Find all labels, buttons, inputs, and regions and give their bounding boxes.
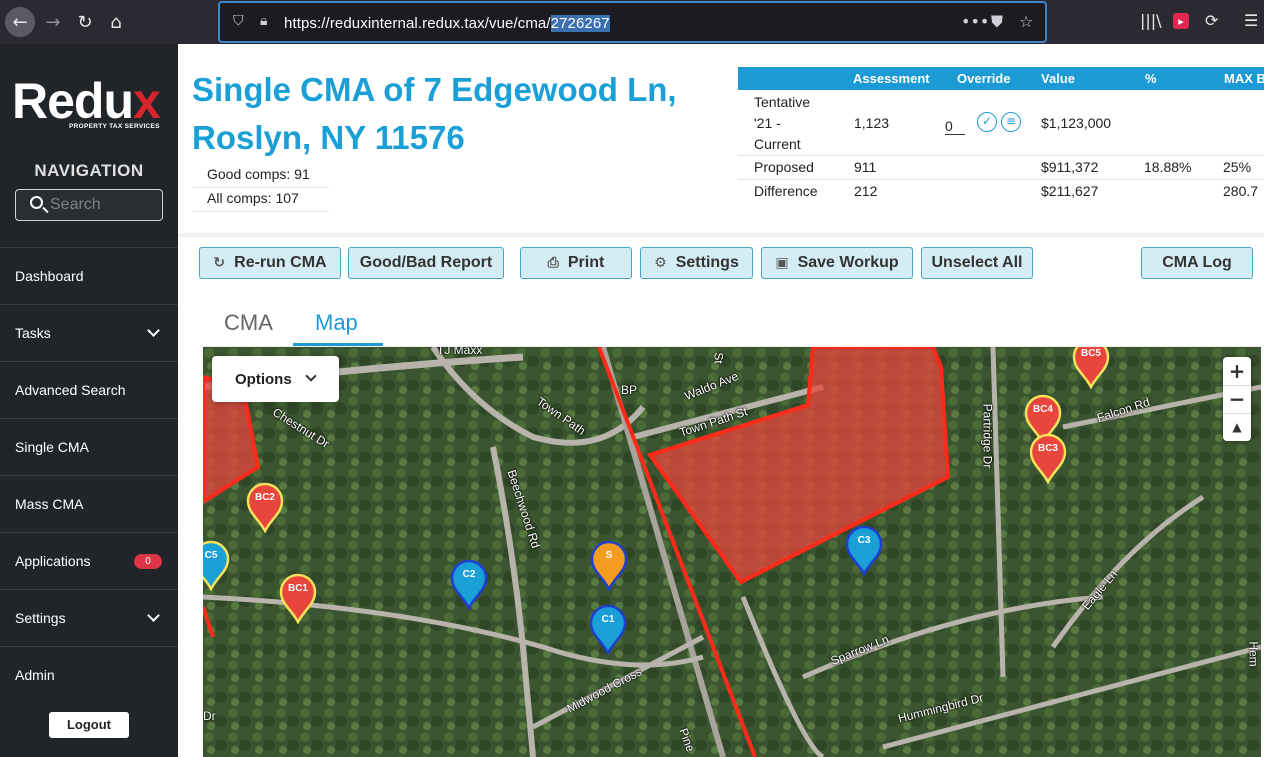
active-tab-indicator xyxy=(293,343,383,346)
home-icon[interactable]: ⌂ xyxy=(101,7,131,37)
zoom-out-button[interactable]: − xyxy=(1223,385,1251,413)
map-pin-icon xyxy=(279,573,317,624)
sidebar-item-dashboard[interactable]: Dashboard xyxy=(0,247,178,304)
override-input[interactable] xyxy=(945,117,965,135)
lock-icon[interactable]: 🔒︎ xyxy=(260,13,267,29)
library-icon[interactable]: |||\ xyxy=(1140,11,1162,30)
printer-icon: ⎙ xyxy=(547,255,559,271)
chevron-down-icon xyxy=(147,609,160,622)
cma-log-button[interactable]: CMA Log xyxy=(1141,247,1253,279)
map-view[interactable]: Chestnut Dr Town Path Town Path St Waldo… xyxy=(203,347,1261,757)
table-header: Assessment Override Value % MAX B xyxy=(738,67,1264,90)
street-label: Partridge Dr xyxy=(980,403,995,469)
sidebar-item-single-cma[interactable]: Single CMA xyxy=(0,418,178,475)
logout-button[interactable]: Logout xyxy=(49,712,129,738)
page-title: Single CMA of 7 Edgewood Ln, Roslyn, NY … xyxy=(192,71,677,156)
sidebar-item-tasks[interactable]: Tasks xyxy=(0,304,178,361)
address-bar[interactable]: ⛉ 🔒︎ https://reduxinternal.redux.tax/vue… xyxy=(218,1,1047,43)
row-divider xyxy=(738,155,1264,156)
sidebar-item-advanced-search[interactable]: Advanced Search xyxy=(0,361,178,418)
map-marker-bc5[interactable]: BC5 xyxy=(1071,347,1111,389)
street-label: Hem xyxy=(1246,641,1261,667)
sidebar-item-admin[interactable]: Admin xyxy=(0,646,178,703)
map-pin-icon xyxy=(203,540,230,591)
tab-map[interactable]: Map xyxy=(315,310,358,336)
refresh-icon: ↻ xyxy=(213,255,226,271)
map-marker-c2[interactable]: C2 xyxy=(449,558,489,610)
unselect-all-button[interactable]: Unselect All xyxy=(921,247,1033,279)
street-label: Dr xyxy=(203,709,216,723)
map-marker-bc3[interactable]: BC3 xyxy=(1028,432,1068,484)
gear-icon: ⚙ xyxy=(654,255,667,271)
good-comps-count: Good comps: 91 xyxy=(193,164,329,188)
logo-subtitle: PROPERTY TAX SERVICES xyxy=(69,123,160,130)
sync-icon[interactable]: ⟳ xyxy=(1205,11,1218,30)
sidebar-item-settings[interactable]: Settings xyxy=(0,589,178,646)
map-marker-c3[interactable]: C3 xyxy=(844,524,884,576)
settings-button[interactable]: ⚙ Settings xyxy=(640,247,753,279)
street-label: TJ Maxx xyxy=(437,347,483,357)
sidebar-item-mass-cma[interactable]: Mass CMA xyxy=(0,475,178,532)
check-icon[interactable]: ✓ xyxy=(977,112,997,132)
shield-icon[interactable]: ⛉ xyxy=(233,13,244,29)
row-divider xyxy=(738,179,1264,180)
browser-toolbar: ← → ↻ ⌂ ⛉ 🔒︎ https://reduxinternal.redux… xyxy=(0,0,1264,44)
compass-icon[interactable]: ▲ xyxy=(1223,413,1251,441)
url-text[interactable]: https://reduxinternal.redux.tax/vue/cma/… xyxy=(284,15,610,32)
floppy-disk-icon: ▣ xyxy=(775,255,789,271)
menu-icon[interactable]: ☰ xyxy=(1244,11,1258,30)
navigation-title: NAVIGATION xyxy=(34,161,144,180)
header-divider xyxy=(178,233,1264,237)
chevron-down-icon xyxy=(305,370,317,382)
chevron-down-icon xyxy=(147,324,160,337)
search-input[interactable] xyxy=(50,193,158,217)
search-icon xyxy=(30,196,43,209)
zoom-in-button[interactable]: + xyxy=(1223,357,1251,385)
database-icon[interactable]: ≡ xyxy=(1001,112,1021,132)
map-marker-bc1[interactable]: BC1 xyxy=(278,572,318,624)
sidebar-item-applications[interactable]: Applications 0 xyxy=(0,532,178,589)
map-pin-icon xyxy=(845,525,883,576)
forward-arrow-icon[interactable]: → xyxy=(38,7,68,37)
more-actions-icon[interactable]: ••• xyxy=(961,12,989,31)
all-comps-count: All comps: 107 xyxy=(193,188,329,212)
street-label: St xyxy=(711,352,726,364)
redux-logo[interactable]: Redux xyxy=(12,72,161,130)
back-arrow-icon[interactable]: ← xyxy=(5,7,35,37)
zoom-controls: + − ▲ xyxy=(1223,357,1251,441)
map-pin-icon xyxy=(246,482,284,533)
map-marker-c1[interactable]: C1 xyxy=(588,603,628,655)
street-label: BP xyxy=(621,383,638,397)
map-pin-icon xyxy=(590,540,628,591)
save-workup-button[interactable]: ▣ Save Workup xyxy=(761,247,913,279)
map-marker-subject[interactable]: S xyxy=(589,539,629,591)
good-bad-report-button[interactable]: Good/Bad Report xyxy=(348,247,504,279)
map-options-button[interactable]: Options xyxy=(212,356,339,402)
sidebar: Redux PROPERTY TAX SERVICES NAVIGATION D… xyxy=(0,44,178,757)
extension-icon[interactable]: ▸ xyxy=(1173,13,1189,29)
applications-count-badge: 0 xyxy=(134,554,162,569)
rerun-cma-button[interactable]: ↻ Re-run CMA xyxy=(199,247,341,279)
map-pin-icon xyxy=(450,559,488,610)
map-marker-c5[interactable]: C5 xyxy=(203,539,231,591)
view-tabs: CMA Map xyxy=(203,299,1261,347)
map-marker-bc2[interactable]: BC2 xyxy=(245,481,285,533)
print-button[interactable]: ⎙ Print xyxy=(520,247,632,279)
star-icon[interactable]: ☆ xyxy=(1019,12,1033,31)
reload-icon[interactable]: ↻ xyxy=(70,7,100,37)
pocket-icon[interactable]: ⛊ xyxy=(991,12,1003,32)
sidebar-search[interactable] xyxy=(15,189,163,221)
map-pin-icon xyxy=(1029,433,1067,484)
tab-cma[interactable]: CMA xyxy=(224,310,273,336)
map-pin-icon xyxy=(589,604,627,655)
